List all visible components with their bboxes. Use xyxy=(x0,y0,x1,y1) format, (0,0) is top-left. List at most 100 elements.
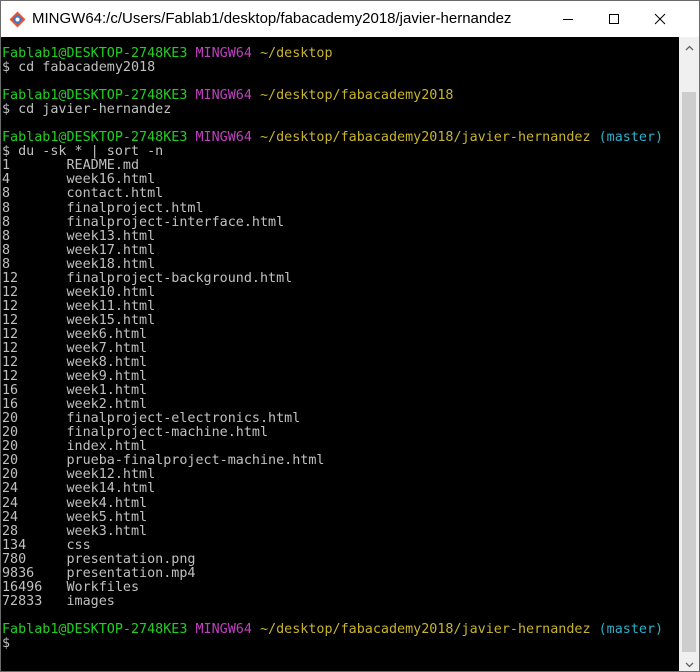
close-icon xyxy=(654,10,666,29)
maximize-button[interactable] xyxy=(591,1,637,37)
close-button[interactable] xyxy=(637,1,683,37)
output-row: 24 week5.html xyxy=(2,510,147,525)
file-name: week8.html xyxy=(66,355,148,371)
file-name: contact.html xyxy=(66,186,164,202)
file-name: finalproject-machine.html xyxy=(66,425,269,441)
file-name: css xyxy=(66,537,91,553)
file-size: 24 xyxy=(2,481,19,497)
file-name: week3.html xyxy=(66,523,148,539)
prompt-user: Fablab1@DESKTOP-2748KE3 xyxy=(2,130,188,146)
file-size: 12 xyxy=(2,284,19,300)
title-bar[interactable]: MINGW64:/c/Users/Fablab1/desktop/fabacad… xyxy=(1,1,699,37)
file-size: 20 xyxy=(2,411,19,427)
terminal-console[interactable]: Fablab1@DESKTOP-2748KE3 MINGW64 ~/deskto… xyxy=(1,37,679,671)
prompt-path: ~/desktop xyxy=(260,46,333,61)
file-name: images xyxy=(66,593,115,609)
output-row: 20 week12.html xyxy=(2,467,155,482)
prompt-user: Fablab1@DESKTOP-2748KE3 xyxy=(2,621,188,637)
output-row: 134 css xyxy=(2,538,91,553)
file-name: week10.html xyxy=(66,284,156,300)
file-size: 72833 xyxy=(2,593,43,609)
file-name: week17.html xyxy=(66,242,156,258)
command-line: $ du -sk * | sort -n xyxy=(2,144,164,160)
prompt-line: Fablab1@DESKTOP-2748KE3 MINGW64 ~/deskto… xyxy=(2,88,453,103)
file-size: 20 xyxy=(2,453,19,469)
output-row: 12 week7.html xyxy=(2,341,147,356)
file-size: 4 xyxy=(2,172,11,188)
file-name: README.md xyxy=(66,158,140,174)
file-name: finalproject-interface.html xyxy=(66,214,285,230)
maximize-icon xyxy=(608,10,620,29)
chevron-up-icon xyxy=(685,36,694,55)
prompt-line: Fablab1@DESKTOP-2748KE3 MINGW64 ~/deskto… xyxy=(2,46,333,61)
file-name: week14.html xyxy=(66,481,156,497)
file-size: 20 xyxy=(2,439,19,455)
scroll-up-button[interactable] xyxy=(679,37,699,54)
file-name: week18.html xyxy=(66,256,156,272)
file-name: finalproject-background.html xyxy=(66,270,293,286)
vertical-scrollbar[interactable] xyxy=(679,37,699,671)
file-name: finalproject.html xyxy=(66,200,204,216)
prompt-branch: (master) xyxy=(598,621,664,637)
prompt-line: Fablab1@DESKTOP-2748KE3 MINGW64 ~/deskto… xyxy=(2,622,663,637)
output-row: 12 finalproject-background.html xyxy=(2,271,292,286)
output-row: 24 week14.html xyxy=(2,481,155,496)
file-size: 8 xyxy=(2,186,11,202)
output-row: 12 week6.html xyxy=(2,327,147,342)
window-title: MINGW64:/c/Users/Fablab1/desktop/fabacad… xyxy=(32,10,512,27)
file-name: week6.html xyxy=(66,326,148,342)
file-name: week2.html xyxy=(66,397,148,413)
prompt-path: ~/desktop/fabacademy2018 xyxy=(260,88,454,104)
terminal-window: MINGW64:/c/Users/Fablab1/desktop/fabacad… xyxy=(0,0,700,672)
file-name: index.html xyxy=(66,439,148,455)
output-row: 8 finalproject-interface.html xyxy=(2,215,284,230)
output-row: 8 week18.html xyxy=(2,257,155,272)
command-output: 1 README.md 4 week16.html 8 contact.html… xyxy=(2,158,324,609)
scroll-thumb[interactable] xyxy=(682,92,696,652)
output-row: 72833 images xyxy=(2,594,115,609)
file-size: 12 xyxy=(2,298,19,314)
output-row: 780 presentation.png xyxy=(2,552,196,567)
prompt-line: Fablab1@DESKTOP-2748KE3 MINGW64 ~/deskto… xyxy=(2,130,663,145)
output-row: 24 week4.html xyxy=(2,496,147,511)
file-size: 16 xyxy=(2,397,19,413)
file-size: 12 xyxy=(2,270,19,286)
minimize-button[interactable] xyxy=(545,1,591,37)
prompt-path: ~/desktop/fabacademy2018/javier-hernande… xyxy=(260,621,591,637)
chevron-down-icon xyxy=(685,653,694,671)
file-size: 16496 xyxy=(2,579,43,595)
output-row: 16496 Workfiles xyxy=(2,580,139,595)
file-size: 20 xyxy=(2,467,19,483)
command-line: $ cd fabacademy2018 xyxy=(2,60,156,76)
file-name: week9.html xyxy=(66,369,148,385)
output-row: 12 week11.html xyxy=(2,299,155,314)
scroll-down-button[interactable] xyxy=(679,654,699,671)
file-size: 12 xyxy=(2,340,19,356)
file-size: 12 xyxy=(2,369,19,385)
prompt-branch: (master) xyxy=(598,130,664,146)
file-name: week1.html xyxy=(66,383,148,399)
output-row: 8 week17.html xyxy=(2,243,155,258)
prompt-system: MINGW64 xyxy=(195,46,252,61)
output-row: 20 finalproject-machine.html xyxy=(2,425,268,440)
file-size: 134 xyxy=(2,537,27,553)
file-name: prueba-finalproject-machine.html xyxy=(66,453,325,469)
file-size: 1 xyxy=(2,158,11,174)
output-row: 20 prueba-finalproject-machine.html xyxy=(2,453,324,468)
file-size: 8 xyxy=(2,242,11,258)
file-size: 8 xyxy=(2,256,11,272)
file-size: 24 xyxy=(2,509,19,525)
output-row: 12 week9.html xyxy=(2,369,147,384)
file-name: presentation.mp4 xyxy=(66,565,196,581)
output-row: 16 week1.html xyxy=(2,383,147,398)
minimize-icon xyxy=(562,10,574,29)
terminal-text: Fablab1@DESKTOP-2748KE3 MINGW64 ~/deskto… xyxy=(1,37,679,651)
file-size: 28 xyxy=(2,523,19,539)
file-name: week5.html xyxy=(66,509,148,525)
file-name: week11.html xyxy=(66,298,156,314)
prompt-path: ~/desktop/fabacademy2018/javier-hernande… xyxy=(260,130,591,146)
output-row: 8 finalproject.html xyxy=(2,201,204,216)
file-size: 8 xyxy=(2,200,11,216)
file-name: week13.html xyxy=(66,228,156,244)
output-row: 8 week13.html xyxy=(2,229,155,244)
